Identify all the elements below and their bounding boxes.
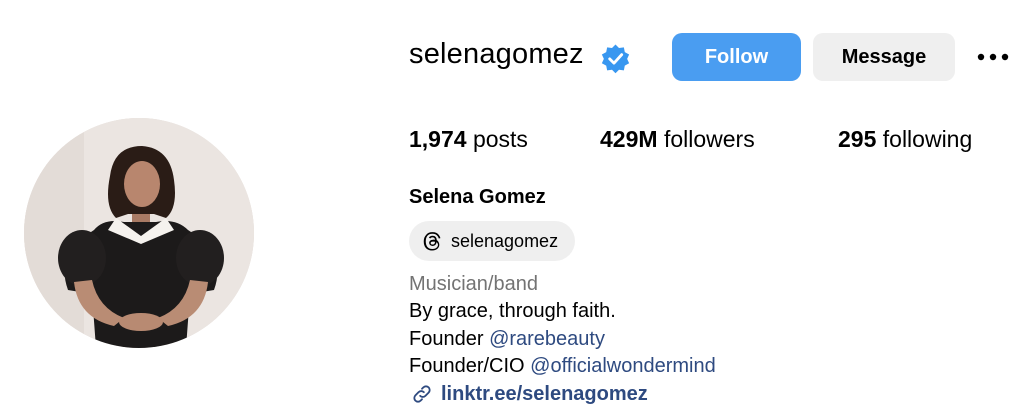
threads-icon — [423, 232, 441, 251]
threads-handle: selenagomez — [451, 231, 559, 251]
posts-count: 1,974 posts — [409, 126, 528, 153]
followers-number: 429M — [600, 126, 658, 152]
message-button[interactable]: Message — [813, 33, 955, 81]
bio-cio-line: Founder/CIO @officialwondermind — [409, 355, 716, 378]
posts-label: posts — [472, 126, 528, 152]
bio-founder-prefix: Founder — [409, 328, 484, 350]
profile-username: selenagomez — [409, 38, 584, 70]
following-number: 295 — [838, 126, 877, 152]
verified-badge-icon — [601, 44, 630, 74]
more-options-icon[interactable] — [973, 46, 1013, 68]
bio-founder-line: Founder @rarebeauty — [409, 328, 605, 351]
external-link-text: linktr.ee/selenagomez — [441, 382, 648, 405]
wondermind-mention-link[interactable]: @officialwondermind — [530, 355, 716, 377]
follow-button[interactable]: Follow — [672, 33, 801, 81]
followers-link[interactable]: 429M followers — [600, 126, 755, 153]
followers-label: followers — [663, 126, 755, 152]
bio-text: By grace, through faith. — [409, 300, 616, 322]
bio-cio-prefix: Founder/CIO — [409, 355, 525, 377]
profile-category: Musician/band — [409, 273, 538, 295]
posts-number: 1,974 — [409, 126, 467, 152]
external-link[interactable]: linktr.ee/selenagomez — [409, 382, 648, 406]
link-icon — [413, 385, 431, 403]
profile-avatar[interactable] — [24, 118, 254, 348]
rarebeauty-mention-link[interactable]: @rarebeauty — [489, 328, 605, 350]
avatar-photo — [24, 118, 254, 348]
following-label: following — [882, 126, 973, 152]
threads-link[interactable]: selenagomez — [409, 221, 575, 261]
following-link[interactable]: 295 following — [838, 126, 972, 153]
profile-display-name: Selena Gomez — [409, 186, 546, 208]
